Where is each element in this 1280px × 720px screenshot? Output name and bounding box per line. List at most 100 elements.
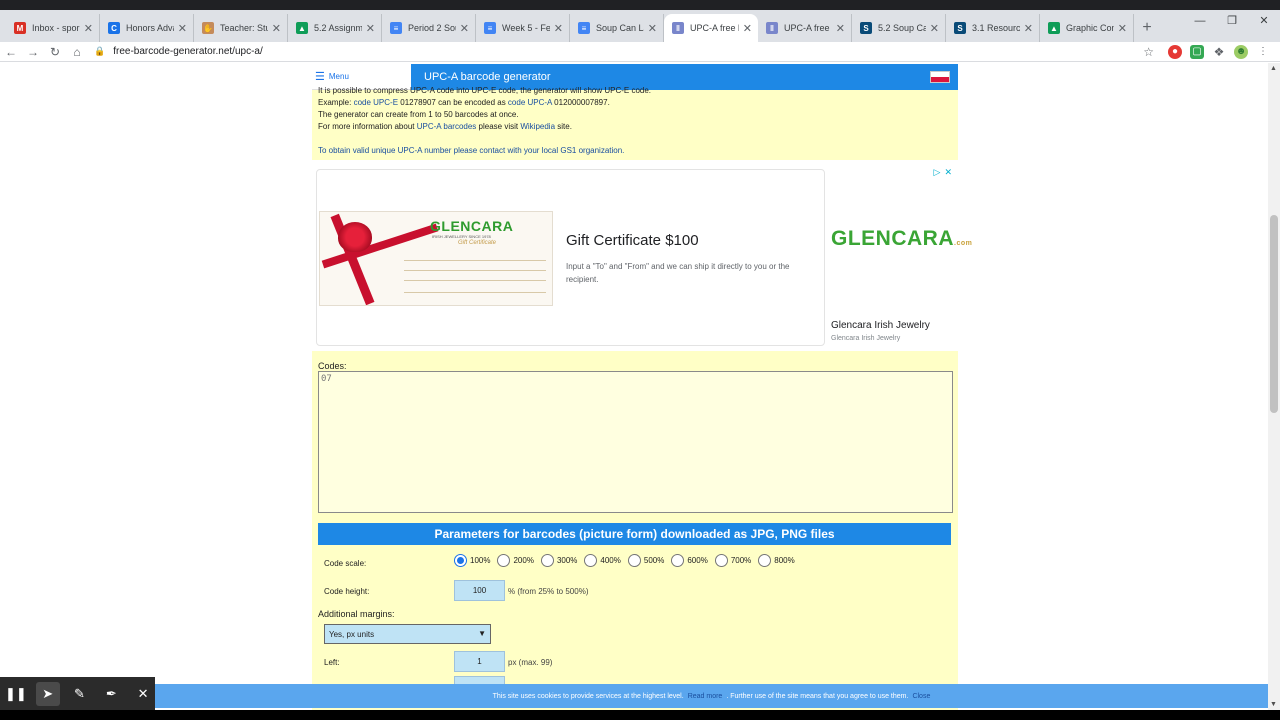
gift-certificate-image[interactable]: GLENCARA IRISH JEWELLERY SINCE 1978 Gift…: [319, 211, 553, 306]
code-scale-radio[interactable]: 300%: [540, 554, 577, 567]
scroll-up-icon[interactable]: ▲: [1270, 65, 1277, 72]
tab-close-icon[interactable]: ✕: [836, 22, 845, 35]
code-height-input[interactable]: 100: [454, 580, 505, 601]
code-scale-radio[interactable]: 600%: [671, 554, 708, 567]
scroll-thumb[interactable]: [1270, 215, 1278, 413]
code-scale-radio[interactable]: 500%: [627, 554, 664, 567]
drive-icon: ▲: [296, 22, 308, 34]
home-icon[interactable]: ⌂: [66, 45, 88, 59]
docs-icon: ≡: [484, 22, 496, 34]
new-tab-button[interactable]: +: [1134, 14, 1160, 42]
info-text: site.: [555, 122, 572, 131]
browser-tab[interactable]: ≡ Soup Can Lab ✕: [570, 14, 664, 42]
browser-tab[interactable]: ≡ Period 2 Soup ✕: [382, 14, 476, 42]
cert-logo: GLENCARA: [430, 218, 514, 234]
code-scale-radio[interactable]: 800%: [758, 554, 795, 567]
highlighter-icon[interactable]: ✒: [99, 682, 123, 706]
upc-a-barcodes-link[interactable]: UPC-A barcodes: [417, 122, 477, 131]
wikipedia-link[interactable]: Wikipedia: [520, 122, 555, 131]
browser-tab[interactable]: M Inbox - sporn ✕: [6, 14, 100, 42]
tab-close-icon[interactable]: ✕: [1118, 22, 1127, 35]
tab-bar: M Inbox - sporn ✕ C Honors Advan ✕ ✋ Teacher: S…: [0, 10, 1280, 42]
cert-rule: [404, 292, 546, 293]
ad-card[interactable]: GLENCARA IRISH JEWELLERY SINCE 1978 Gift…: [316, 169, 825, 346]
margins-select[interactable]: Yes, px units ▼: [324, 624, 491, 644]
code-scale-radio[interactable]: 100%: [454, 554, 490, 567]
extension-green-icon[interactable]: ▢: [1190, 44, 1204, 59]
ad-choices-icon[interactable]: ▷✕: [934, 167, 956, 178]
pen-icon[interactable]: ✎: [68, 682, 92, 706]
browser-tab[interactable]: C Honors Advan ✕: [100, 14, 194, 42]
browser-tab[interactable]: ≡ Week 5 - Feb ✕: [476, 14, 570, 42]
browser-tab[interactable]: ‖ UPC-A free ba ✕: [758, 14, 852, 42]
left-margin-label: Left:: [324, 658, 340, 667]
polish-flag-icon[interactable]: [930, 71, 950, 83]
tab-close-icon[interactable]: ✕: [743, 22, 752, 35]
info-text: For more information about: [318, 122, 417, 131]
hand-icon: ✋: [202, 22, 214, 34]
tab-close-icon[interactable]: ✕: [366, 22, 375, 35]
back-icon[interactable]: ←: [0, 45, 22, 59]
advertiser-url: Glencara Irish Jewelry: [831, 335, 901, 342]
code-scale-radio[interactable]: 700%: [714, 554, 752, 567]
scroll-down-icon[interactable]: ▼: [1270, 701, 1277, 708]
tab-close-icon[interactable]: ✕: [84, 22, 93, 35]
radio-label: 100%: [470, 556, 491, 565]
radio-circle: [714, 554, 728, 567]
forward-icon[interactable]: →: [22, 45, 44, 59]
left-margin-input[interactable]: 1: [454, 651, 505, 672]
additional-margins-label: Additional margins:: [318, 609, 395, 619]
bookmark-star-icon[interactable]: ☆: [1143, 45, 1154, 59]
browser-tab[interactable]: ▲ 5.2 Assignmen ✕: [288, 14, 382, 42]
reload-icon[interactable]: ↻: [44, 45, 66, 59]
browser-tab[interactable]: ✋ Teacher: Studi ✕: [194, 14, 288, 42]
gs1-link[interactable]: To obtain valid unique UPC-A number plea…: [318, 146, 624, 155]
advertiser-name[interactable]: Glencara Irish Jewelry: [831, 320, 930, 331]
restore-icon[interactable]: ❐: [1216, 10, 1248, 32]
browser-tab[interactable]: S 5.2 Soup Can ✕: [852, 14, 946, 42]
cert-rule: [404, 280, 546, 281]
more-menu-icon[interactable]: ⋮: [1256, 45, 1270, 59]
cookie-read-more-link[interactable]: Read more: [688, 693, 723, 700]
upc-a-link[interactable]: code UPC-A: [508, 98, 552, 107]
info-line-gs1: To obtain valid unique UPC-A number plea…: [318, 145, 952, 157]
schoology-icon: S: [860, 22, 872, 34]
advertiser-logo[interactable]: GLENCARA.com: [831, 227, 972, 251]
browser-tab[interactable]: ‖ UPC-A free ba ✕: [664, 14, 758, 42]
page-viewport: ☰ Menu UPC-A barcode generator It is pos…: [0, 63, 1268, 720]
tab-close-icon[interactable]: ✕: [648, 22, 657, 35]
info-text: 01278907 can be encoded as: [398, 98, 508, 107]
cookie-text-2: . Further use of the site means that you…: [726, 692, 909, 700]
extension-red-icon[interactable]: ●: [1168, 44, 1182, 59]
tab-close-icon[interactable]: ✕: [272, 22, 281, 35]
ad-title[interactable]: Gift Certificate $100: [566, 232, 699, 249]
radio-label: 700%: [730, 556, 752, 565]
tab-close-icon[interactable]: ✕: [554, 22, 563, 35]
radio-circle: [758, 554, 772, 567]
code-scale-radio[interactable]: 200%: [497, 554, 534, 567]
pointer-icon[interactable]: ➤: [35, 681, 60, 706]
tab-close-icon[interactable]: ✕: [460, 22, 469, 35]
tab-close-icon[interactable]: ✕: [930, 22, 939, 35]
pause-icon[interactable]: ❚❚: [4, 682, 28, 706]
close-window-icon[interactable]: ✕: [1248, 10, 1280, 32]
cookie-close-link[interactable]: Close: [912, 693, 930, 700]
puzzle-icon[interactable]: ❖: [1212, 45, 1226, 59]
browser-tab[interactable]: S 3.1 Resources ✕: [946, 14, 1040, 42]
info-text: Example:: [318, 98, 354, 107]
codes-textarea[interactable]: [318, 371, 953, 513]
close-toolbar-icon[interactable]: ✕: [131, 682, 155, 706]
tab-title: 5.2 Soup Can: [878, 23, 926, 33]
radio-circle: [671, 554, 685, 567]
extensions-area: ● ▢ ❖ ☻ ⋮: [1168, 44, 1270, 59]
tab-close-icon[interactable]: ✕: [1024, 22, 1033, 35]
code-scale-radio[interactable]: 400%: [584, 554, 621, 567]
page-scrollbar[interactable]: ▲ ▼: [1268, 63, 1280, 710]
profile-avatar[interactable]: ☻: [1234, 44, 1248, 59]
minimize-icon[interactable]: —: [1184, 10, 1216, 32]
tab-close-icon[interactable]: ✕: [178, 22, 187, 35]
upc-e-link[interactable]: code UPC-E: [354, 98, 398, 107]
ad-sidebar[interactable]: ▷✕ GLENCARA.com Glencara Irish Jewelry G…: [831, 167, 972, 346]
browser-tab[interactable]: ▲ Graphic Comm ✕: [1040, 14, 1134, 42]
url-field[interactable]: 🔒 free-barcode-generator.net/upc-a/ ☆: [94, 43, 1154, 61]
